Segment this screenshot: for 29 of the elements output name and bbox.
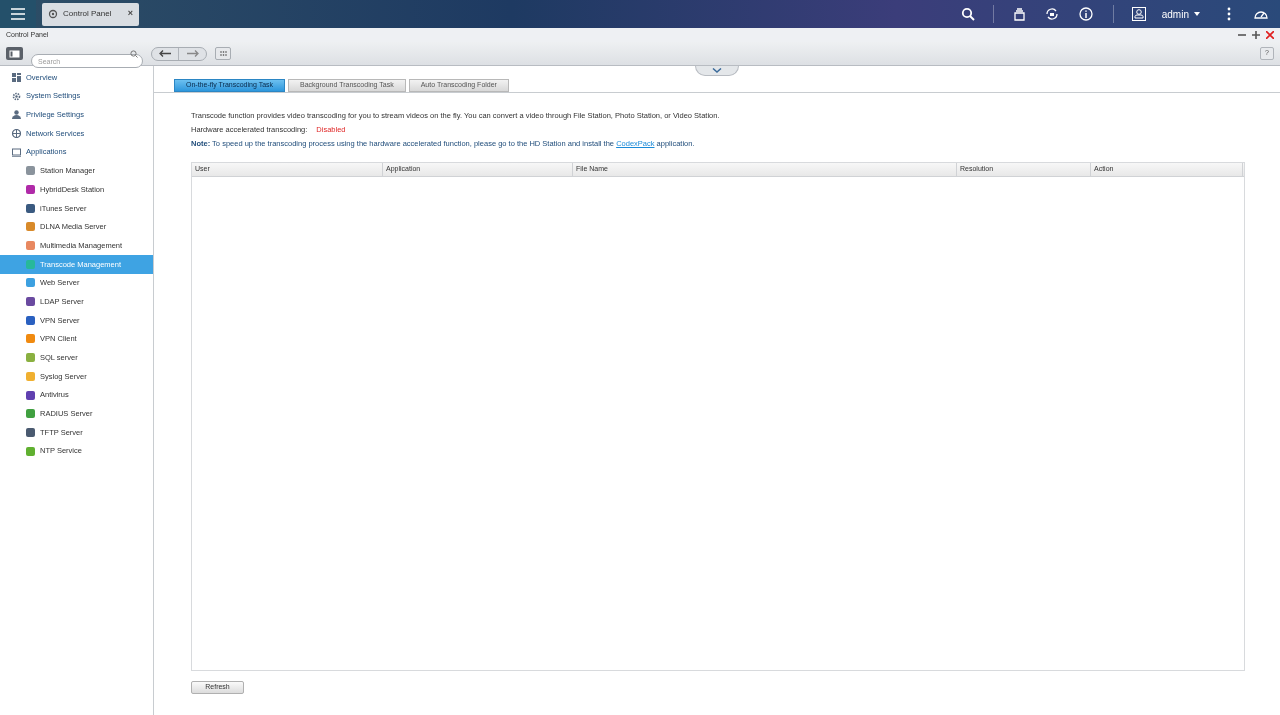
menu-icon [11,8,25,20]
maximize-icon[interactable] [1252,31,1260,39]
arrow-left-icon [159,50,171,57]
stack-icon[interactable] [1011,7,1026,21]
sidebar-toggle-button[interactable] [6,47,23,60]
user-icon[interactable] [1131,7,1146,21]
gear-icon [12,91,21,101]
person-icon [12,110,21,120]
info-icon[interactable] [1078,7,1093,21]
overview-icon [12,72,21,82]
chevron-down-icon [712,68,722,73]
collapse-button[interactable] [695,66,739,76]
sync-icon[interactable] [1044,7,1059,21]
globe-icon [12,128,21,138]
arrow-right-icon [186,50,199,57]
panel-icon [9,49,20,58]
app-tab[interactable]: Control Panel × [42,2,139,26]
close-icon[interactable] [1266,31,1274,39]
close-button[interactable]: × [127,7,133,21]
minimize-icon[interactable] [1238,31,1246,39]
menu-button[interactable] [0,0,36,28]
user-menu-button[interactable]: admin [1161,6,1200,22]
gear-icon [48,9,58,19]
app-tab-label: Control Panel [63,8,112,20]
search-icon [130,49,138,58]
grid-icon [219,51,227,56]
search-icon[interactable] [960,7,975,21]
drive-icon [12,147,21,157]
caret-icon [1194,12,1200,16]
